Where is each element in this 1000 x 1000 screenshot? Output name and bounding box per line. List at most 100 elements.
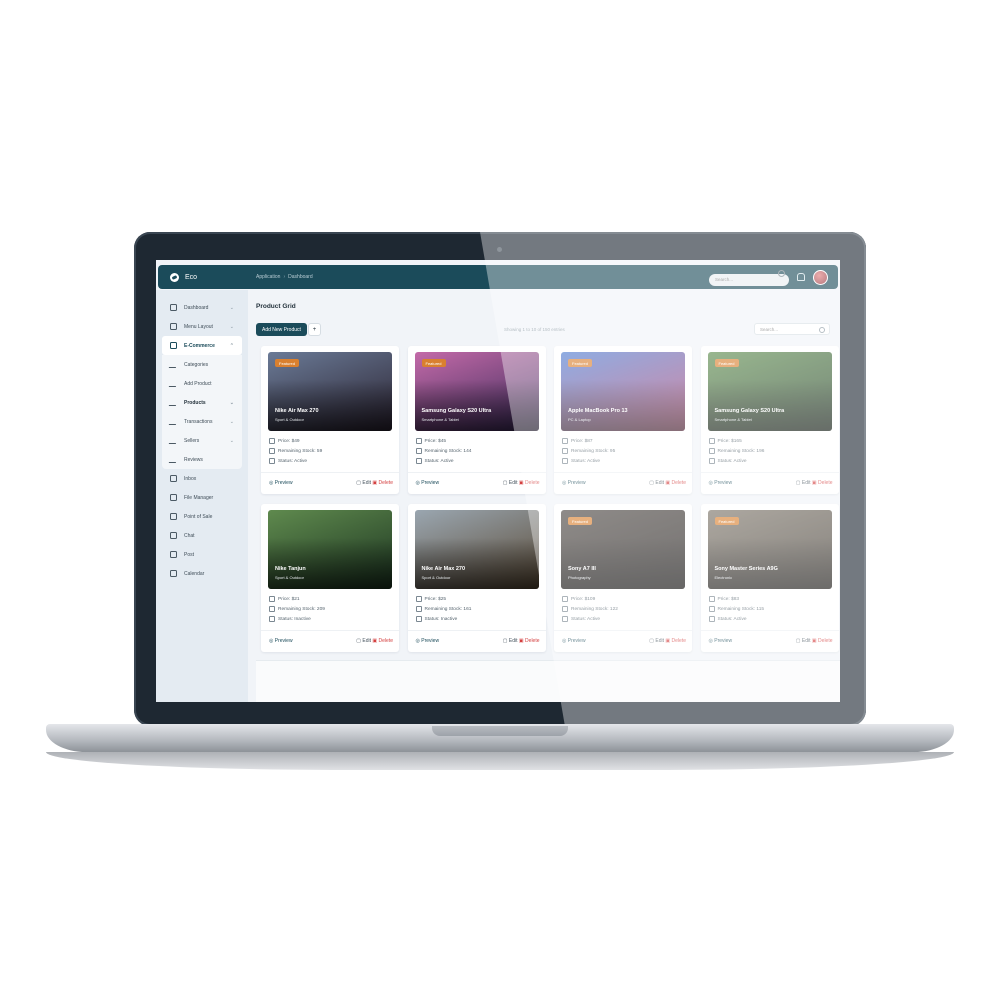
- edit-link[interactable]: ▢ Edit: [796, 638, 811, 644]
- product-status: Status: Active: [278, 458, 308, 464]
- stock-row: Remaining Stock: 59: [269, 448, 322, 454]
- product-image[interactable]: Featured Sony A7 III Photography: [561, 510, 685, 589]
- edit-label: Edit: [655, 480, 664, 486]
- product-card[interactable]: Nike Air Max 270 Sport & Outdoor Price: $2…: [407, 504, 546, 652]
- preview-link[interactable]: ◎ Preview: [416, 480, 440, 486]
- status-row: Status: Active: [708, 616, 747, 622]
- sidebar-item-dashboard[interactable]: Dashboard ⌄: [156, 298, 248, 317]
- product-stock: Remaining Stock: 196: [717, 448, 765, 454]
- sidebar-item-reviews[interactable]: Reviews: [162, 450, 242, 469]
- search-icon[interactable]: [778, 270, 785, 277]
- sidebar-item-file-manager[interactable]: File Manager: [156, 488, 248, 507]
- preview-link[interactable]: ◎ Preview: [562, 638, 586, 644]
- sidebar-item-categories[interactable]: Categories: [162, 355, 242, 374]
- edit-link[interactable]: ▢ Edit: [356, 638, 371, 644]
- header-search-input[interactable]: [709, 273, 789, 286]
- delete-link[interactable]: ▣ Delete: [372, 480, 393, 486]
- price-row: Price: $83: [708, 596, 739, 602]
- cube-icon: [170, 323, 177, 330]
- box-icon: [562, 606, 568, 612]
- edit-link[interactable]: ▢ Edit: [649, 480, 664, 486]
- delete-link[interactable]: ▣ Delete: [812, 638, 833, 644]
- breadcrumb-item[interactable]: Application: [256, 274, 280, 280]
- preview-link[interactable]: ◎ Preview: [269, 638, 293, 644]
- sidebar-item-sellers[interactable]: Sellers ⌄: [162, 431, 242, 450]
- bottom-panel: [256, 660, 840, 702]
- product-card[interactable]: Featured Nike Air Max 270 Sport & Outdoor P…: [261, 346, 399, 494]
- product-card[interactable]: Featured Samsung Galaxy S20 Ultra Smartpho…: [407, 346, 546, 494]
- logo[interactable]: Eco: [170, 272, 256, 282]
- product-card[interactable]: Featured Samsung Galaxy S20 Ultra Smartpho…: [700, 346, 839, 494]
- edit-label: Edit: [655, 638, 664, 644]
- card-divider: [407, 630, 546, 631]
- product-price: Price: $109: [571, 596, 596, 602]
- product-image[interactable]: Featured Samsung Galaxy S20 Ultra Smartpho…: [414, 352, 539, 431]
- preview-link[interactable]: ◎ Preview: [562, 480, 586, 486]
- sidebar-item-inbox[interactable]: Inbox: [156, 469, 248, 488]
- file-icon: [170, 551, 177, 558]
- chevron-down-icon: ⌄: [229, 399, 234, 406]
- delete-link[interactable]: ▣ Delete: [372, 638, 393, 644]
- status-icon: [562, 458, 568, 464]
- preview-link[interactable]: ◎ Preview: [709, 480, 733, 486]
- delete-link[interactable]: ▣ Delete: [519, 638, 540, 644]
- stock-row: Remaining Stock: 209: [269, 606, 325, 612]
- edit-link[interactable]: ▢ Edit: [796, 480, 811, 486]
- delete-link[interactable]: ▣ Delete: [812, 480, 833, 486]
- sidebar-item-post[interactable]: Post: [156, 545, 248, 564]
- delete-link[interactable]: ▣ Delete: [665, 638, 686, 644]
- product-stock: Remaining Stock: 122: [571, 606, 618, 612]
- product-image[interactable]: Featured Nike Air Max 270 Sport & Outdoor: [268, 352, 392, 431]
- breadcrumb-item[interactable]: Dashboard: [288, 274, 312, 280]
- delete-label: Delete: [818, 480, 833, 486]
- delete-link[interactable]: ▣ Delete: [665, 480, 686, 486]
- box-icon: [415, 606, 422, 612]
- notification-bell-icon[interactable]: [797, 273, 805, 281]
- product-card[interactable]: Featured Sony A7 III Photography Price: $10…: [554, 504, 692, 652]
- product-image[interactable]: Featured Samsung Galaxy S20 Ultra Smartpho…: [707, 352, 832, 431]
- sidebar-item-transactions[interactable]: Transactions ⌄: [162, 412, 242, 431]
- plus-button[interactable]: +: [308, 323, 321, 336]
- edit-link[interactable]: ▢ Edit: [503, 638, 518, 644]
- sidebar-item-add-product[interactable]: Add Product: [162, 374, 242, 393]
- edit-label: Edit: [801, 638, 811, 644]
- sidebar-item-point-of-sale[interactable]: Point of Sale: [156, 507, 248, 526]
- sidebar-item-menu-layout[interactable]: Menu Layout ⌄: [156, 317, 248, 336]
- delete-link[interactable]: ▣ Delete: [519, 480, 540, 486]
- edit-label: Edit: [362, 638, 371, 644]
- edit-link[interactable]: ▢ Edit: [356, 480, 371, 486]
- product-image[interactable]: Nike Tanjun Sport & Outdoor: [268, 510, 392, 589]
- edit-link[interactable]: ▢ Edit: [649, 638, 664, 644]
- sidebar-item-chat[interactable]: Chat: [156, 526, 248, 545]
- price-row: Price: $165: [708, 438, 742, 444]
- product-stock: Remaining Stock: 161: [424, 606, 472, 612]
- product-stock: Remaining Stock: 115: [717, 606, 765, 612]
- product-name: Nike Tanjun: [275, 566, 306, 572]
- product-image[interactable]: Featured Sony Master Series A9G Electronic: [707, 510, 832, 589]
- card-icon: [170, 513, 177, 520]
- link-icon: [562, 438, 568, 444]
- preview-link[interactable]: ◎ Preview: [416, 638, 440, 644]
- logo-icon: [170, 272, 179, 282]
- sidebar-item-calendar[interactable]: Calendar: [156, 564, 248, 583]
- search-icon[interactable]: [819, 327, 825, 333]
- preview-link[interactable]: ◎ Preview: [269, 480, 293, 486]
- product-card[interactable]: Featured Apple MacBook Pro 13 PC & Laptop P…: [554, 346, 692, 494]
- sidebar-item-products[interactable]: Products ⌄: [162, 393, 242, 412]
- top-bar: Eco Application › Dashboard: [158, 265, 838, 289]
- product-image[interactable]: Featured Apple MacBook Pro 13 PC & Laptop: [561, 352, 685, 431]
- product-image[interactable]: Nike Air Max 270 Sport & Outdoor: [414, 510, 539, 589]
- status-icon: [415, 458, 422, 464]
- product-card[interactable]: Featured Sony Master Series A9G Electronic…: [700, 504, 839, 652]
- edit-link[interactable]: ▢ Edit: [503, 480, 518, 486]
- product-name: Samsung Galaxy S20 Ultra: [421, 408, 492, 414]
- card-divider: [407, 472, 546, 473]
- preview-link[interactable]: ◎ Preview: [709, 638, 733, 644]
- link-icon: [562, 596, 568, 602]
- add-new-product-button[interactable]: Add New Product: [256, 323, 307, 336]
- status-row: Status: Active: [562, 616, 600, 622]
- sidebar-item-e-commerce[interactable]: E-Commerce ⌃: [162, 336, 242, 355]
- avatar[interactable]: [813, 269, 828, 285]
- product-card[interactable]: Nike Tanjun Sport & Outdoor Price: $21 Rema…: [261, 504, 399, 652]
- breadcrumb-separator: ›: [283, 274, 286, 280]
